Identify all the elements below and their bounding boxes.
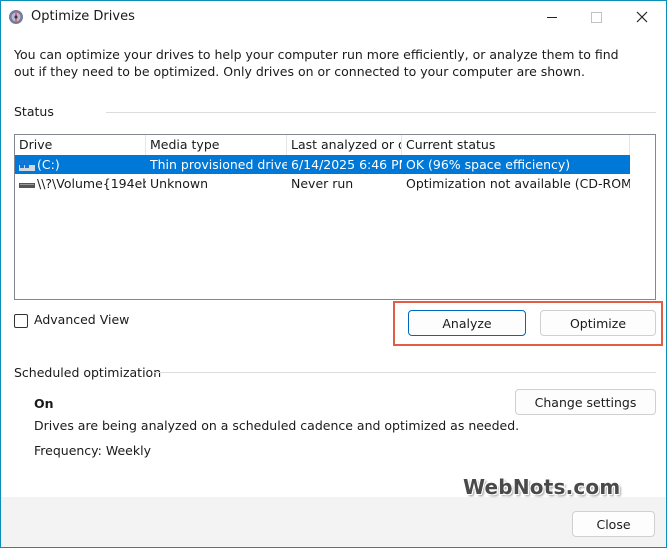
current-status-cell: OK (96% space efficiency) bbox=[406, 157, 571, 172]
drive-cell: (C:) bbox=[15, 155, 146, 174]
removable-drive-icon bbox=[19, 182, 35, 188]
table-row[interactable]: (C:) Thin provisioned drive 6/14/2025 6:… bbox=[15, 155, 630, 174]
media-type-cell: Unknown bbox=[150, 176, 209, 191]
current-status-cell: Optimization not available (CD-ROM v... bbox=[406, 176, 630, 191]
schedule-state: On bbox=[34, 396, 54, 411]
intro-text: You can optimize your drives to help you… bbox=[14, 47, 619, 79]
title-bar[interactable]: Optimize Drives bbox=[1, 1, 666, 33]
last-analyzed-cell: 6/14/2025 6:46 PM bbox=[291, 157, 402, 172]
scheduled-optimization-label: Scheduled optimization bbox=[14, 365, 162, 380]
dialog-footer: Close bbox=[1, 497, 666, 547]
column-header-drive[interactable]: Drive bbox=[15, 135, 146, 155]
drive-name: \\?\Volume{194eb... bbox=[37, 176, 146, 191]
analyze-button[interactable]: Analyze bbox=[408, 310, 526, 336]
advanced-view-label[interactable]: Advanced View bbox=[34, 312, 129, 327]
maximize-button bbox=[573, 1, 619, 33]
drives-list[interactable]: Drive Media type Last analyzed or o... C… bbox=[14, 134, 656, 300]
last-analyzed-cell: Never run bbox=[291, 176, 354, 191]
advanced-view-checkbox[interactable] bbox=[14, 314, 28, 328]
schedule-frequency: Frequency: Weekly bbox=[34, 443, 151, 458]
scheduled-divider bbox=[154, 372, 656, 373]
media-type-cell: Thin provisioned drive bbox=[150, 157, 287, 172]
close-window-button[interactable] bbox=[619, 1, 665, 33]
schedule-description: Drives are being analyzed on a scheduled… bbox=[34, 418, 520, 433]
windows-drive-icon bbox=[19, 159, 35, 171]
column-header-current-status[interactable]: Current status bbox=[402, 135, 630, 155]
column-header-last-analyzed[interactable]: Last analyzed or o... bbox=[287, 135, 402, 155]
close-icon bbox=[636, 11, 648, 23]
change-settings-button[interactable]: Change settings bbox=[515, 389, 656, 415]
close-button[interactable]: Close bbox=[572, 511, 655, 537]
status-label: Status bbox=[14, 104, 54, 119]
status-divider bbox=[106, 112, 656, 113]
maximize-icon bbox=[590, 11, 602, 23]
table-row[interactable]: \\?\Volume{194eb... Unknown Never run Op… bbox=[15, 174, 630, 193]
window-title: Optimize Drives bbox=[31, 9, 135, 24]
minimize-icon bbox=[547, 16, 557, 18]
list-header: Drive Media type Last analyzed or o... C… bbox=[15, 135, 655, 155]
drive-cell: \\?\Volume{194eb... bbox=[15, 174, 146, 193]
column-header-media-type[interactable]: Media type bbox=[146, 135, 287, 155]
drive-name: (C:) bbox=[37, 157, 60, 172]
minimize-button[interactable] bbox=[529, 1, 575, 33]
optimize-drives-window: Optimize Drives You can optimize your dr… bbox=[0, 0, 667, 548]
watermark: WebNots.com bbox=[463, 475, 621, 499]
optimize-button[interactable]: Optimize bbox=[540, 310, 656, 336]
optimize-drives-app-icon bbox=[9, 10, 23, 24]
